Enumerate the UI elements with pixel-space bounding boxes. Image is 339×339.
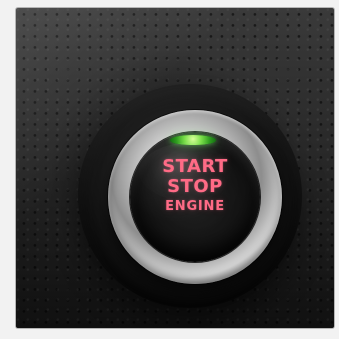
- start-stop-photo: START STOP ENGINE: [16, 8, 334, 328]
- start-stop-label: START STOP ENGINE: [130, 156, 260, 214]
- green-indicator-light: [170, 135, 216, 145]
- engine-text: ENGINE: [165, 198, 225, 214]
- start-text: START: [162, 156, 228, 177]
- stop-text: STOP: [167, 175, 223, 197]
